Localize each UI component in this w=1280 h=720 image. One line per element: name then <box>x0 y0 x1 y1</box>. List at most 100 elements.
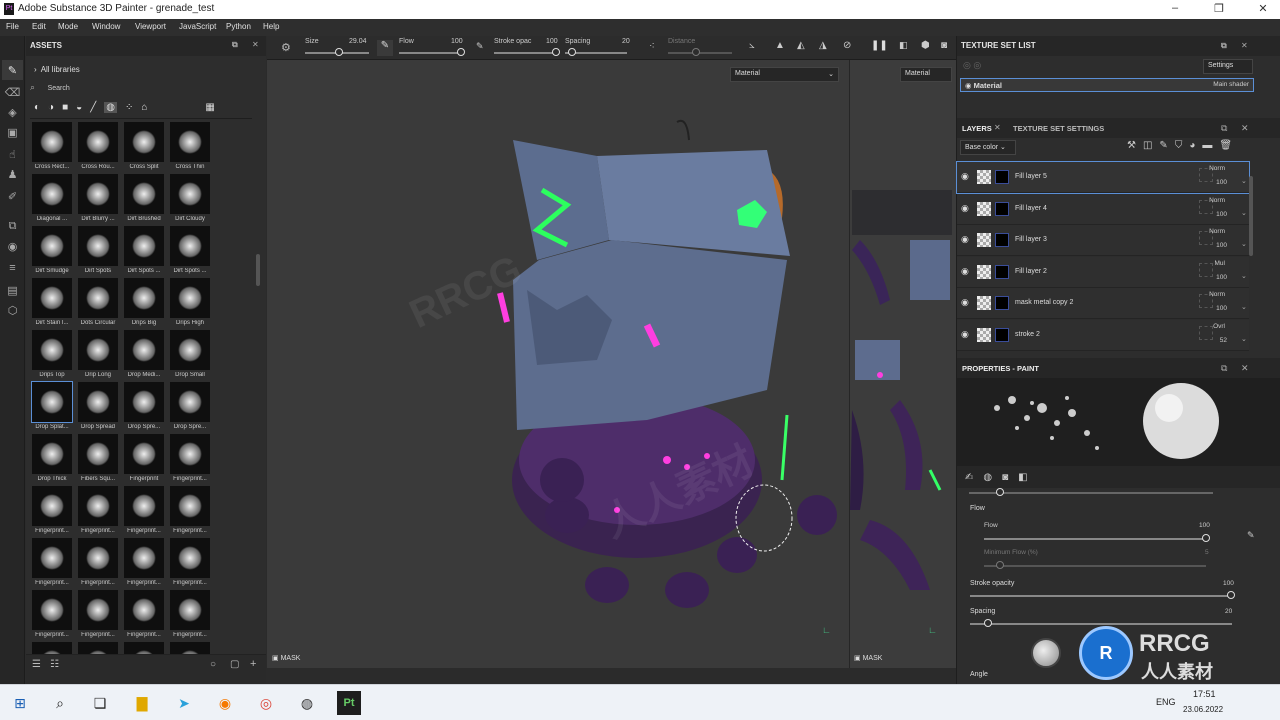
blend-mode[interactable]: Ovrl <box>1195 323 1225 330</box>
float-icon[interactable]: ⧉ <box>1221 123 1227 134</box>
eye-icon[interactable]: ◉ <box>961 234 969 245</box>
blend-mode[interactable]: Mul <box>1195 260 1225 267</box>
pause-icon[interactable]: ❚❚ <box>871 40 888 51</box>
asset-tile[interactable]: Fingerprint... <box>76 590 120 642</box>
task-view-icon[interactable]: ❏ <box>88 691 112 715</box>
close-panel-icon[interactable]: ✕ <box>1241 363 1249 374</box>
chrome-icon[interactable]: ◎ <box>254 691 278 715</box>
asset-tile[interactable]: Drips Big <box>122 278 166 330</box>
layer-row[interactable]: ◉ stroke 2 Ovrl 52 ⌄ <box>957 319 1249 351</box>
close-panel-icon[interactable]: ✕ <box>1241 123 1249 134</box>
asset-tile[interactable]: Fingerprint... <box>76 538 120 590</box>
float-icon[interactable]: ⧉ <box>232 40 238 50</box>
layers-stack-icon[interactable]: ≡ <box>2 258 23 278</box>
flow-property-slider[interactable] <box>984 538 1206 540</box>
layer-opacity[interactable]: 100 <box>1197 179 1227 186</box>
stencil-tab-icon[interactable]: ◙ <box>1002 472 1008 483</box>
close-panel-icon[interactable]: ✕ <box>252 40 259 49</box>
paint-brush-icon[interactable]: ✎ <box>2 60 23 80</box>
tab-texture-set-settings[interactable]: TEXTURE SET SETTINGS <box>1013 124 1104 133</box>
alpha-filter-icon[interactable]: ◍ <box>104 101 117 113</box>
layer-opacity[interactable]: 100 <box>1197 274 1227 281</box>
scrollbar[interactable] <box>256 254 260 286</box>
distance-slider-knob[interactable] <box>692 48 700 56</box>
asset-tile[interactable]: Dirt Spots ... <box>122 226 166 278</box>
asset-tile[interactable]: Fingerprint... <box>168 590 212 642</box>
eraser-icon[interactable]: ⌫ <box>2 82 23 102</box>
camera-icon[interactable]: ◉ <box>2 236 23 256</box>
brush-tab-icon[interactable]: ✍ <box>965 472 973 483</box>
asset-tile[interactable]: Cross Rect... <box>30 122 74 174</box>
stroke-opacity-property-knob[interactable] <box>1227 591 1235 599</box>
asset-tile[interactable]: Fingerprint... <box>168 486 212 538</box>
viewport-3d[interactable]: Material ⌄ RRCG 人人素材 ∟ ▣ MASK <box>267 60 849 668</box>
texture-filter-icon[interactable]: ◒ <box>76 102 82 113</box>
uv-material-dropdown[interactable]: Material <box>900 67 952 82</box>
layer-opacity[interactable]: 100 <box>1197 305 1227 312</box>
asset-tile[interactable]: Fingerprint... <box>122 590 166 642</box>
asset-tile[interactable]: Drop Spre... <box>122 382 166 434</box>
settings-dropdown[interactable]: Settings <box>1203 59 1253 74</box>
asset-tile[interactable]: Drop Spread <box>76 382 120 434</box>
menu-javascript[interactable]: JavaScript <box>179 22 216 31</box>
uv-mask-toggle[interactable]: ▣ MASK <box>854 654 882 662</box>
blend-mode[interactable]: Norm <box>1195 165 1225 172</box>
channel-dropdown[interactable]: Base color ⌄ <box>960 140 1016 155</box>
blend-mode[interactable]: Norm <box>1195 291 1225 298</box>
layer-opacity[interactable]: 100 <box>1197 211 1227 218</box>
search-input[interactable]: ⌕ Search <box>30 82 258 96</box>
spacing-property-slider[interactable] <box>970 623 1232 625</box>
layer-row[interactable]: ◉ Fill layer 3 Norm 100 ⌄ <box>957 225 1249 256</box>
breadcrumb[interactable]: › All libraries <box>34 65 80 74</box>
menu-edit[interactable]: Edit <box>32 22 46 31</box>
asset-tile[interactable]: Fingerprint <box>122 434 166 486</box>
asset-tile[interactable]: Dots Circular <box>76 278 120 330</box>
material-filter-icon[interactable]: ◐ <box>34 102 40 113</box>
asset-tile[interactable]: Dirt Blurry ... <box>76 174 120 226</box>
tab-layers[interactable]: LAYERS <box>962 124 992 133</box>
add-fill-layer-icon[interactable]: ⛉ <box>1175 140 1183 151</box>
stroke-pen-icon[interactable]: ✎ <box>476 41 484 52</box>
layer-row[interactable]: ◉ Fill layer 2 Mul 100 ⌄ <box>957 256 1249 288</box>
file-explorer-icon[interactable]: ▇ <box>130 691 154 715</box>
folder-icon[interactable]: ▢ <box>230 659 239 670</box>
flow-property-knob[interactable] <box>1202 534 1210 542</box>
layer-row[interactable]: ◉ Fill layer 5 Norm 100 ⌄ <box>956 161 1250 194</box>
material-tab-icon[interactable]: ◧ <box>1018 472 1027 483</box>
blend-mode[interactable]: Norm <box>1195 197 1225 204</box>
minimize-icon[interactable]: – <box>1160 2 1190 14</box>
refresh-icon[interactable]: ○ <box>210 659 216 670</box>
asset-tile[interactable]: Fingerprint... <box>30 486 74 538</box>
size-slider-knob[interactable] <box>335 48 343 56</box>
spacing-property-knob[interactable] <box>984 619 992 627</box>
polygon-fill-icon[interactable]: ▣ <box>2 122 23 142</box>
asset-tile[interactable]: Fingerprint... <box>30 590 74 642</box>
alpha-tab-icon[interactable]: ◍ <box>983 472 992 483</box>
symmetry-icon[interactable]: ⚙ <box>281 41 291 54</box>
angle-dial[interactable] <box>1031 638 1061 668</box>
asset-tile[interactable]: Drop Medi... <box>122 330 166 382</box>
folder-icon[interactable]: ▬ <box>1202 140 1212 151</box>
hide-icon[interactable]: ⊘ <box>843 40 851 51</box>
color-picker-icon[interactable]: ✐ <box>2 186 23 206</box>
asset-tile[interactable]: Fingerprint... <box>168 434 212 486</box>
asset-tile[interactable]: Cross Rou... <box>76 122 120 174</box>
list-view-icon[interactable]: ☰ <box>32 659 41 670</box>
asset-tile[interactable]: Fibers Squ... <box>76 434 120 486</box>
render-icon[interactable]: ⬢ <box>921 40 930 51</box>
box-icon[interactable]: ⬡ <box>2 300 23 320</box>
min-flow-slider[interactable] <box>984 565 1206 567</box>
texture-set-item[interactable]: ◉ Material Main shader <box>960 78 1254 92</box>
float-icon[interactable]: ⧉ <box>1221 363 1227 374</box>
asset-tile[interactable]: Drop Thick <box>30 434 74 486</box>
eye-icon[interactable]: ◉ <box>961 266 969 277</box>
asset-tile[interactable]: Fingerprint... <box>76 486 120 538</box>
stroke-opacity-property-slider[interactable] <box>970 595 1232 597</box>
float-icon[interactable]: ⧉ <box>1221 41 1227 51</box>
display-mode-icon[interactable]: ◧ <box>899 40 908 51</box>
clock-time[interactable]: 17:51 <box>1193 689 1216 699</box>
asset-tile[interactable]: Dirt Brushed <box>122 174 166 226</box>
asset-tile[interactable]: Dirt Smudge <box>30 226 74 278</box>
eye-icon[interactable]: ◉ <box>961 203 969 214</box>
layer-row[interactable]: ◉ mask metal copy 2 Norm 100 ⌄ <box>957 288 1249 319</box>
